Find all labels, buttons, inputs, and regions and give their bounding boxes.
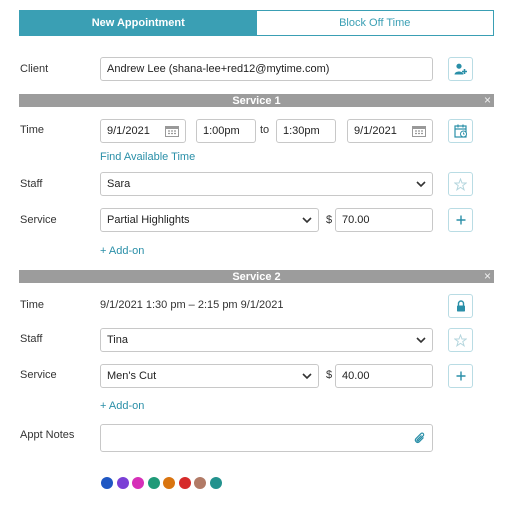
chevron-down-icon xyxy=(416,181,426,188)
service-1-staff-label: Staff xyxy=(20,178,43,190)
service-2-service-select[interactable]: Men's Cut xyxy=(100,364,319,388)
service-2-staff-label: Staff xyxy=(20,333,43,345)
color-swatch[interactable] xyxy=(132,477,144,489)
service-2-favorite-button[interactable] xyxy=(448,328,473,352)
find-available-time-link[interactable]: Find Available Time xyxy=(100,151,195,163)
service-2-staff-select[interactable]: Tina xyxy=(100,328,433,352)
service-1-service-select[interactable]: Partial Highlights xyxy=(100,208,319,232)
service-1-end-date-field[interactable]: 9/1/2021 xyxy=(347,119,433,143)
service-2-time-text: 9/1/2021 1:30 pm – 2:15 pm 9/1/2021 xyxy=(100,299,284,311)
add-client-icon xyxy=(454,63,467,75)
appt-notes-field[interactable] xyxy=(100,424,433,452)
service-1-start-date-field[interactable]: 9/1/2021 xyxy=(100,119,186,143)
star-icon xyxy=(454,333,467,347)
service-2-header: Service 2 × xyxy=(19,269,494,283)
color-swatch[interactable] xyxy=(178,477,191,489)
color-swatch[interactable] xyxy=(163,477,175,489)
service-2-add-on-link[interactable]: + Add-on xyxy=(100,400,144,412)
service-2-lock-button[interactable] xyxy=(448,294,473,318)
client-label: Client xyxy=(20,63,49,75)
service-1-staff-select[interactable]: Sara xyxy=(100,172,433,196)
calendar-recurring-button[interactable] xyxy=(448,119,473,143)
service-1-add-button[interactable] xyxy=(448,208,473,232)
service-1-price-field[interactable]: 70.00 xyxy=(335,208,433,232)
remove-service-1-icon[interactable]: × xyxy=(484,93,491,107)
service-1-end-date: 9/1/2021 xyxy=(354,125,397,137)
appointment-tabs: New Appointment Block Off Time xyxy=(19,10,494,36)
color-swatch[interactable] xyxy=(147,477,160,489)
tab-block-off-time[interactable]: Block Off Time xyxy=(256,11,493,35)
color-swatch[interactable] xyxy=(194,477,206,489)
remove-service-2-icon[interactable]: × xyxy=(484,269,491,283)
service-2-service-value: Men's Cut xyxy=(107,370,157,382)
service-2-staff-value: Tina xyxy=(107,334,128,346)
service-1-start-date: 9/1/2021 xyxy=(107,125,150,137)
service-1-end-time-field[interactable]: 1:30pm xyxy=(276,119,336,143)
appt-notes-label: Appt Notes xyxy=(20,429,75,441)
service-1-favorite-button[interactable] xyxy=(448,172,473,196)
lock-icon xyxy=(456,300,465,312)
time-range-separator: to xyxy=(260,124,270,136)
tab-new-appointment[interactable]: New Appointment xyxy=(20,11,257,35)
service-2-service-label: Service xyxy=(20,369,57,381)
color-swatch[interactable] xyxy=(116,477,129,489)
star-icon xyxy=(454,177,467,191)
add-client-button[interactable] xyxy=(448,57,473,81)
service-1-service-label: Service xyxy=(20,214,57,226)
service-1-add-on-link[interactable]: + Add-on xyxy=(100,245,144,257)
service-1-start-time: 1:00pm xyxy=(203,125,240,137)
paperclip-icon[interactable] xyxy=(414,431,426,445)
calendar-clock-icon xyxy=(453,124,467,138)
service-1-start-time-field[interactable]: 1:00pm xyxy=(196,119,256,143)
plus-icon xyxy=(456,215,465,225)
chevron-down-icon xyxy=(416,337,426,344)
calendar-icon xyxy=(412,126,426,137)
service-1-service-value: Partial Highlights xyxy=(107,214,190,226)
client-field[interactable]: Andrew Lee (shana-lee+red12@mytime.com) xyxy=(100,57,433,81)
service-1-currency: $ xyxy=(326,214,333,226)
color-swatch[interactable] xyxy=(209,477,222,489)
service-1-end-time: 1:30pm xyxy=(283,125,320,137)
service-1-staff-value: Sara xyxy=(107,178,131,190)
chevron-down-icon xyxy=(302,217,312,224)
service-1-title: Service 1 xyxy=(232,94,281,107)
service-2-add-button[interactable] xyxy=(448,364,473,388)
service-2-currency: $ xyxy=(326,369,333,381)
calendar-icon xyxy=(165,126,179,137)
service-2-price: 40.00 xyxy=(342,370,370,382)
service-1-time-label: Time xyxy=(20,124,45,136)
service-1-price: 70.00 xyxy=(342,214,370,226)
service-2-title: Service 2 xyxy=(232,270,281,283)
client-value: Andrew Lee (shana-lee+red12@mytime.com) xyxy=(107,63,330,75)
color-swatch[interactable] xyxy=(101,477,113,489)
service-2-time-label: Time xyxy=(20,299,45,311)
chevron-down-icon xyxy=(302,373,312,380)
service-1-header: Service 1 × xyxy=(19,93,494,107)
service-2-price-field[interactable]: 40.00 xyxy=(335,364,433,388)
plus-icon xyxy=(456,371,465,381)
